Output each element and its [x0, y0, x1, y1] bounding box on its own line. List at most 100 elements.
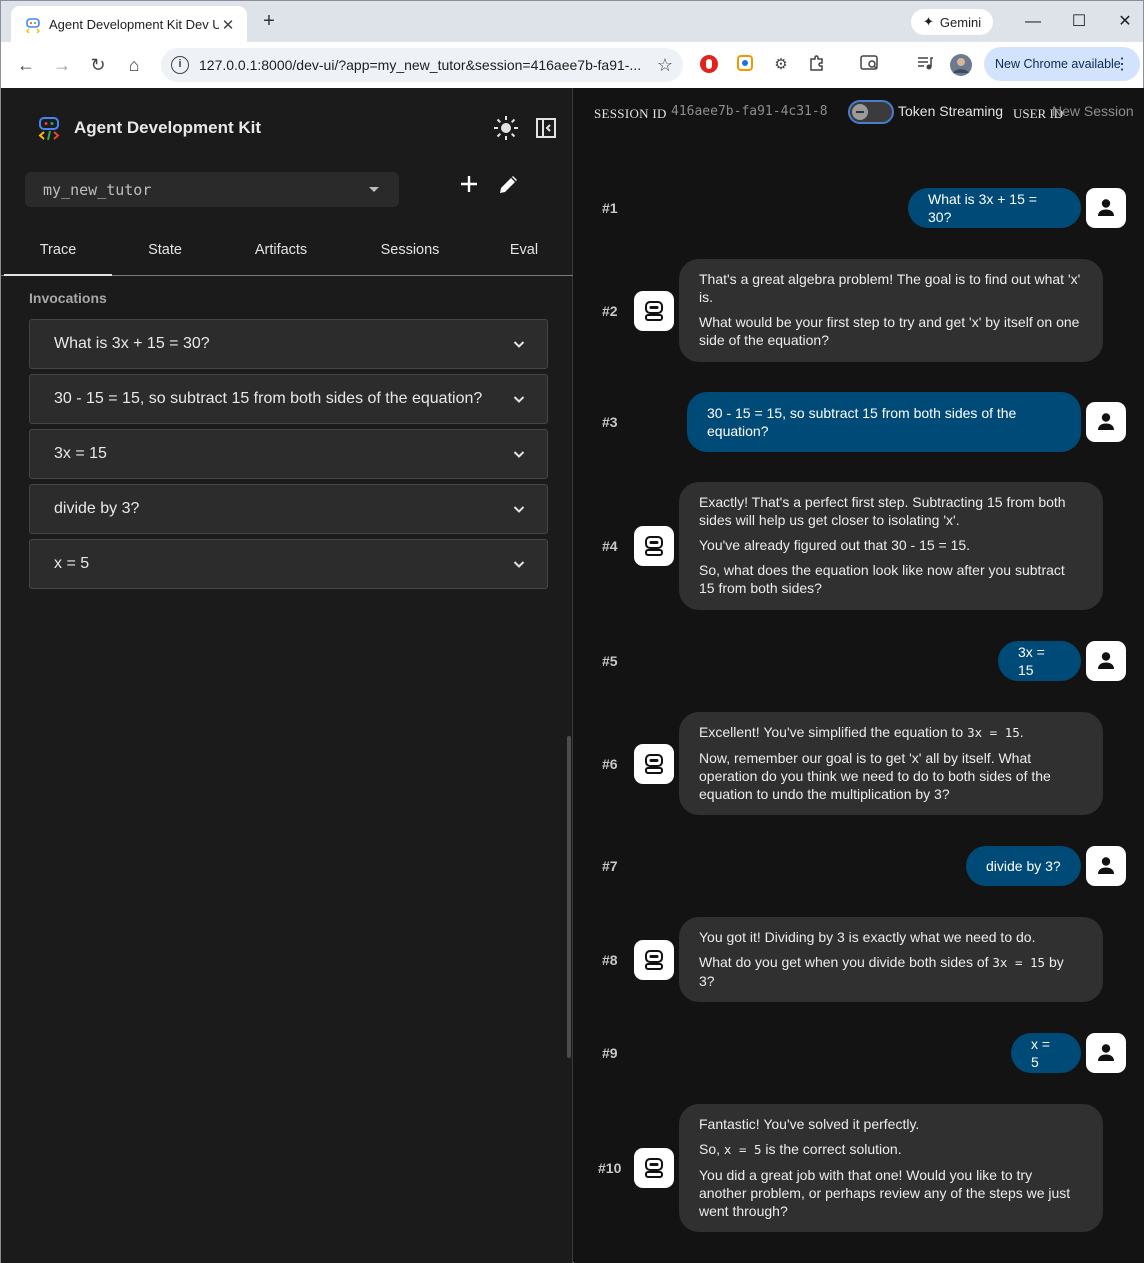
window-close-icon[interactable]: ✕: [1110, 8, 1140, 36]
session-id-label: SESSION ID: [594, 106, 667, 121]
user-message-bubble: x = 5: [1011, 1033, 1081, 1073]
message-index: #8: [602, 952, 618, 968]
user-avatar: [1086, 1033, 1126, 1073]
person-icon: [1098, 413, 1114, 430]
invocation-text: 30 - 15 = 15, so subtract 15 from both s…: [54, 390, 483, 407]
side-scrollbar[interactable]: [567, 736, 571, 1058]
gemini-label: Gemini: [939, 14, 982, 30]
message-paragraph: Now, remember our goal is to get 'x' all…: [699, 750, 1051, 802]
back-arrow-icon[interactable]: ←: [13, 52, 39, 78]
extensions-puzzle-icon[interactable]: [806, 54, 828, 76]
invocations-label: Invocations: [29, 290, 107, 306]
home-icon[interactable]: ⌂: [121, 52, 147, 78]
invocation-text: divide by 3?: [54, 500, 140, 517]
token-streaming-toggle[interactable]: [848, 100, 894, 124]
message-text: x = 5: [1031, 1036, 1051, 1070]
invocation-item[interactable]: 3x = 15: [29, 429, 548, 479]
tab-sessions[interactable]: Sessions: [361, 230, 459, 276]
user-message-bubble: divide by 3?: [966, 846, 1081, 886]
chevron-down-icon: [513, 341, 525, 348]
light-mode-icon[interactable]: [493, 115, 519, 141]
message-text: What do you get when you divide both sid…: [699, 954, 993, 970]
app-select-value: my_new_tutor: [43, 180, 152, 199]
bot-message-bubble: Excellent! You've simplified the equatio…: [679, 712, 1103, 815]
person-icon: [1098, 199, 1114, 216]
chevron-down-icon: [513, 396, 525, 403]
message-paragraph: So, what does the equation look like now…: [699, 562, 1065, 596]
message-index: #5: [602, 653, 618, 669]
reload-icon[interactable]: ↻: [85, 52, 111, 78]
bot-message-bubble: Fantastic! You've solved it perfectly. S…: [679, 1104, 1103, 1232]
url-text: 127.0.0.1:8000/dev-ui/?app=my_new_tutor&…: [199, 57, 642, 73]
more-vert-icon[interactable]: ⋮: [1114, 54, 1130, 74]
user-avatar: [1086, 402, 1126, 442]
tab-eval[interactable]: Eval: [491, 230, 557, 276]
tab-search-icon[interactable]: [859, 54, 881, 76]
chevron-down-icon: [513, 451, 525, 458]
chrome-update-button[interactable]: New Chrome available ⋮: [984, 47, 1140, 81]
app-select[interactable]: my_new_tutor: [25, 172, 399, 207]
robot-icon: [645, 301, 663, 321]
tab-trace[interactable]: Trace: [4, 230, 112, 276]
inline-code: 3x = 15: [967, 725, 1020, 740]
forward-arrow-icon[interactable]: →: [49, 52, 75, 78]
add-session-icon[interactable]: [457, 172, 481, 196]
address-bar[interactable]: i 127.0.0.1:8000/dev-ui/?app=my_new_tuto…: [161, 48, 683, 82]
robot-icon: [645, 754, 663, 774]
bot-avatar: [634, 1148, 674, 1188]
maximize-icon[interactable]: ☐: [1064, 8, 1094, 36]
message-index: #6: [602, 756, 618, 772]
extension-color-icon[interactable]: [734, 54, 756, 76]
extension-adblock-icon[interactable]: [698, 54, 720, 76]
invocation-item[interactable]: x = 5: [29, 539, 548, 589]
close-tab-icon[interactable]: ✕: [219, 16, 237, 34]
extension-gear-icon[interactable]: ⚙: [770, 54, 792, 76]
browser-tab[interactable]: Agent Development Kit Dev UI ✕: [11, 6, 247, 43]
tab-artifacts[interactable]: Artifacts: [231, 230, 331, 276]
user-avatar: [1086, 641, 1126, 681]
user-message-bubble: What is 3x + 15 = 30?: [908, 188, 1081, 228]
bot-avatar: [634, 526, 674, 566]
collapse-panel-icon[interactable]: [535, 117, 557, 139]
message-text: 30 - 15 = 15, so subtract 15 from both s…: [707, 405, 1017, 439]
profile-avatar[interactable]: [950, 54, 972, 76]
app-title: Agent Development Kit: [74, 118, 262, 137]
browser-tab-bar: Agent Development Kit Dev UI ✕ + ✦ Gemin…: [0, 0, 1144, 43]
new-tab-icon[interactable]: +: [257, 9, 281, 33]
gemini-button[interactable]: ✦ Gemini: [911, 9, 994, 35]
message-paragraph: What do you get when you divide both sid…: [699, 953, 1083, 990]
adk-app: Agent Development Kit my_new_tutor Trace…: [0, 88, 1144, 1263]
media-controls-icon[interactable]: [914, 54, 936, 76]
invocation-item[interactable]: 30 - 15 = 15, so subtract 15 from both s…: [29, 374, 548, 424]
bookmark-star-icon[interactable]: ☆: [657, 55, 673, 76]
bot-message-bubble: That's a great algebra problem! The goal…: [679, 259, 1103, 362]
message-index: #10: [598, 1160, 622, 1176]
message-index: #3: [602, 414, 618, 430]
message-paragraph: Fantastic! You've solved it perfectly.: [699, 1116, 920, 1132]
message-paragraph: That's a great algebra problem! The goal…: [699, 271, 1081, 305]
invocation-text: What is 3x + 15 = 30?: [54, 335, 210, 352]
tab-state[interactable]: State: [119, 230, 211, 276]
minimize-icon[interactable]: —: [1018, 8, 1048, 36]
robot-icon: [645, 1158, 663, 1178]
invocation-item[interactable]: What is 3x + 15 = 30?: [29, 319, 548, 369]
invocations-list: What is 3x + 15 = 30? 30 - 15 = 15, so s…: [29, 319, 548, 594]
message-text: is the correct solution.: [761, 1141, 902, 1157]
chat-header: SESSION ID 416aee7b-fa91-4c31-8 Token St…: [574, 88, 1144, 138]
side-tabs: Trace State Artifacts Sessions Eval: [1, 230, 573, 276]
inline-code: x = 5: [723, 1142, 762, 1157]
message-paragraph: What would be your first step to try and…: [699, 314, 1080, 348]
toggle-knob: [852, 104, 868, 120]
site-info-icon[interactable]: i: [171, 56, 189, 74]
message-text: What is 3x + 15 = 30?: [928, 191, 1037, 225]
message-index: #1: [602, 200, 618, 216]
tab-title: Agent Development Kit Dev UI: [49, 17, 219, 32]
message-text: divide by 3?: [986, 858, 1061, 874]
message-paragraph: So, x = 5 is the correct solution.: [699, 1140, 1083, 1159]
message-paragraph: Excellent! You've simplified the equatio…: [699, 723, 1083, 742]
edit-pencil-icon[interactable]: [497, 172, 521, 196]
new-session-button[interactable]: New Session: [1052, 103, 1134, 119]
invocation-item[interactable]: divide by 3?: [29, 484, 548, 534]
dropdown-caret-icon: [369, 187, 379, 192]
adk-favicon-icon: [26, 17, 40, 33]
